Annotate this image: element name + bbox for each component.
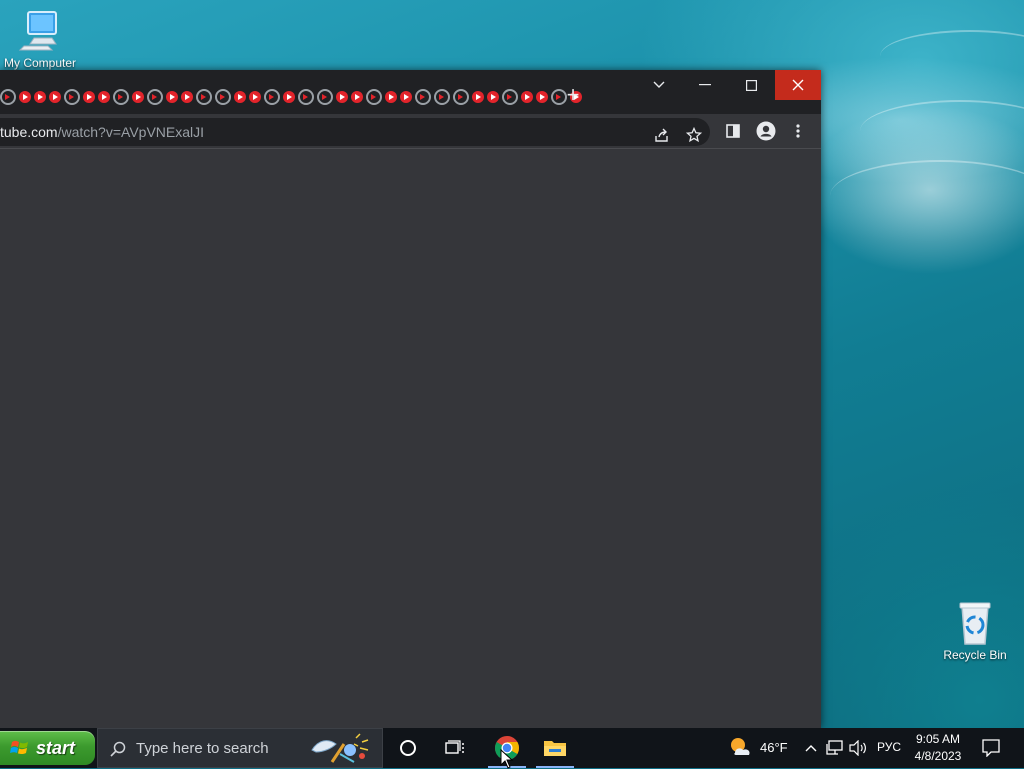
tab-youtube[interactable] xyxy=(536,91,548,103)
bookmark-button[interactable] xyxy=(683,124,705,146)
tab-youtube[interactable] xyxy=(83,91,95,103)
url-host: tube.com xyxy=(0,124,58,140)
clock-time: 9:05 AM xyxy=(915,732,961,746)
start-button[interactable]: start xyxy=(0,731,95,765)
mouse-cursor-icon xyxy=(500,749,514,769)
desktop-icon-label: Recycle Bin xyxy=(943,648,1007,662)
tab-strip: + xyxy=(0,70,821,114)
tab-youtube[interactable] xyxy=(113,89,129,105)
tab-youtube[interactable] xyxy=(298,89,314,105)
tab-youtube[interactable] xyxy=(366,89,382,105)
tab-youtube[interactable] xyxy=(400,91,412,103)
page-content-area[interactable] xyxy=(0,149,821,728)
tab-youtube[interactable] xyxy=(0,89,16,105)
bookmark-star-icon xyxy=(686,127,702,143)
search-icon xyxy=(110,741,126,757)
tab-youtube[interactable] xyxy=(264,89,280,105)
cortana-icon xyxy=(400,740,416,756)
browser-window: + tube.com/watch?v=AVpVNExalJI xyxy=(0,70,821,728)
tab-youtube[interactable] xyxy=(49,91,61,103)
tab-youtube[interactable] xyxy=(34,91,46,103)
chevron-down-icon xyxy=(653,81,665,88)
tab-list xyxy=(0,87,585,107)
computer-icon xyxy=(18,11,57,51)
maximize-button[interactable] xyxy=(728,70,774,100)
tab-youtube[interactable] xyxy=(215,89,231,105)
taskbar-search-box[interactable]: Type here to search xyxy=(97,728,383,768)
windows-flag-icon xyxy=(10,740,28,754)
close-button[interactable] xyxy=(775,70,821,100)
desktop-icon-recycle-bin[interactable]: Recycle Bin xyxy=(935,600,1015,662)
taskbar-file-explorer[interactable] xyxy=(532,728,578,768)
search-highlight-doodle-icon xyxy=(311,733,369,763)
network-icon[interactable] xyxy=(826,740,844,756)
tab-youtube[interactable] xyxy=(487,91,499,103)
tab-youtube[interactable] xyxy=(351,91,363,103)
address-bar[interactable]: tube.com/watch?v=AVpVNExalJI xyxy=(0,118,710,146)
desktop-icon-my-computer[interactable]: My Computer xyxy=(0,8,80,70)
minimize-button[interactable] xyxy=(682,70,728,100)
side-panel-button[interactable] xyxy=(722,120,744,142)
tab-youtube[interactable] xyxy=(181,91,193,103)
recycle-bin-icon xyxy=(959,602,991,645)
close-icon xyxy=(792,79,804,91)
tab-youtube[interactable] xyxy=(98,91,110,103)
task-view-icon xyxy=(445,740,464,754)
clock[interactable]: 9:05 AM 4/8/2023 xyxy=(906,731,970,765)
wave-highlight xyxy=(880,30,1024,82)
chevron-up-icon[interactable] xyxy=(805,744,817,752)
start-label: start xyxy=(36,737,76,758)
tab-youtube[interactable] xyxy=(453,89,469,105)
minimize-icon xyxy=(699,84,711,86)
tab-youtube[interactable] xyxy=(196,89,212,105)
clock-date: 4/8/2023 xyxy=(914,749,962,763)
desktop-icon-label: My Computer xyxy=(3,56,77,70)
tab-youtube[interactable] xyxy=(472,91,484,103)
tab-youtube[interactable] xyxy=(336,91,348,103)
tab-youtube[interactable] xyxy=(317,89,333,105)
url-path: /watch?v=AVpVNExalJI xyxy=(57,124,205,140)
tab-youtube[interactable] xyxy=(249,91,261,103)
tab-youtube[interactable] xyxy=(166,91,178,103)
tab-youtube[interactable] xyxy=(502,89,518,105)
wave-highlight xyxy=(830,160,1024,232)
search-placeholder: Type here to search xyxy=(136,740,269,757)
tab-youtube[interactable] xyxy=(64,89,80,105)
tab-search-button[interactable] xyxy=(636,70,682,100)
new-tab-button[interactable]: + xyxy=(562,84,584,107)
url-text[interactable]: tube.com/watch?v=AVpVNExalJI xyxy=(0,124,204,140)
tab-youtube[interactable] xyxy=(434,89,450,105)
profile-button[interactable] xyxy=(755,120,777,142)
profile-icon xyxy=(756,121,776,141)
browser-toolbar: tube.com/watch?v=AVpVNExalJI xyxy=(0,114,821,149)
maximize-icon xyxy=(745,79,757,91)
weather-partly-sunny-icon[interactable] xyxy=(727,735,753,759)
tab-youtube[interactable] xyxy=(19,91,31,103)
chrome-menu-button[interactable] xyxy=(787,120,809,142)
tab-youtube[interactable] xyxy=(234,91,246,103)
tab-youtube[interactable] xyxy=(521,91,533,103)
share-icon xyxy=(655,128,668,142)
menu-icon xyxy=(796,124,800,138)
tab-youtube[interactable] xyxy=(147,89,163,105)
taskbar-task-view[interactable] xyxy=(432,728,478,768)
volume-icon[interactable] xyxy=(849,740,867,756)
file-explorer-icon xyxy=(544,741,566,756)
weather-temperature[interactable]: 46°F xyxy=(760,740,788,755)
input-language[interactable]: РУС xyxy=(877,740,901,754)
side-panel-icon xyxy=(726,124,740,138)
taskbar-cortana[interactable] xyxy=(385,728,431,768)
tab-youtube[interactable] xyxy=(385,91,397,103)
share-button[interactable] xyxy=(651,124,673,146)
tab-youtube[interactable] xyxy=(132,91,144,103)
wave-highlight xyxy=(860,100,1024,162)
tab-youtube[interactable] xyxy=(283,91,295,103)
notification-center-icon[interactable] xyxy=(982,739,1000,757)
tab-youtube[interactable] xyxy=(415,89,431,105)
